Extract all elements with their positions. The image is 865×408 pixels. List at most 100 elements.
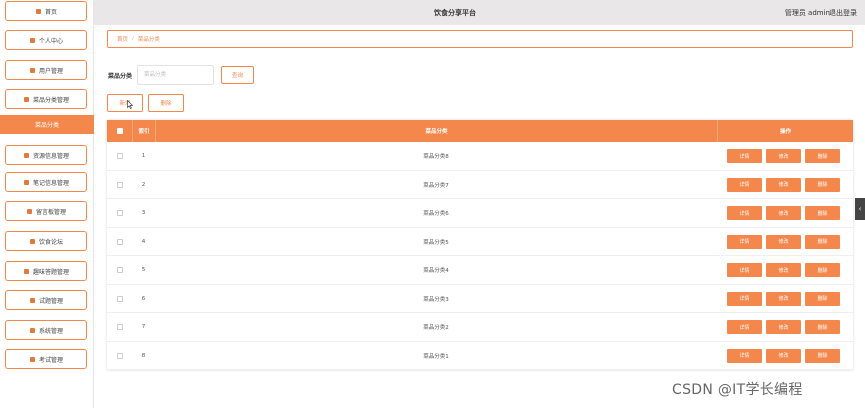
row-category: 菜品分类2 [423, 325, 449, 331]
row-category: 菜品分类7 [423, 182, 449, 189]
row-delete-button[interactable]: 删除 [805, 234, 840, 249]
sidebar-item-4[interactable]: 菜品分类 [0, 115, 94, 134]
grid-icon [23, 96, 30, 103]
row-delete-button[interactable]: 删除 [805, 291, 840, 306]
sidebar-item-8[interactable]: 饮食论坛 [5, 231, 87, 251]
sidebar-item-label: 用户管理 [38, 67, 63, 75]
row-select-cell [107, 285, 132, 313]
sidebar-item-2[interactable]: 用户管理 [5, 60, 87, 80]
sidebar-item-5[interactable]: 资源信息管理 [5, 145, 87, 165]
row-select-cell [107, 342, 132, 370]
sidebar-item-label: 首页 [44, 8, 57, 16]
row-checkbox[interactable] [116, 238, 123, 245]
sidebar-item-12[interactable]: 考试管理 [5, 349, 87, 369]
detail-button[interactable]: 详情 [727, 149, 762, 163]
row-checkbox[interactable] [116, 295, 123, 302]
row-category: 菜品分类8 [423, 154, 449, 160]
sidebar-item-3[interactable]: 菜品分类管理 [5, 89, 87, 109]
logout-link[interactable]: 退出登录 [829, 8, 857, 18]
row-index: 1 [141, 153, 146, 159]
flag-icon [23, 152, 30, 159]
sidebar-item-9[interactable]: 趣味答题管理 [5, 261, 87, 281]
row-index: 7 [141, 324, 146, 330]
row-delete-button[interactable]: 删除 [805, 177, 840, 192]
sidebar-item-label: 饮食论坛 [38, 238, 63, 246]
user-icon [29, 37, 36, 44]
detail-button[interactable]: 详情 [727, 177, 762, 192]
detail-button[interactable]: 详情 [727, 291, 762, 306]
detail-button[interactable]: 详情 [727, 206, 762, 220]
row-select-cell [107, 142, 132, 170]
sidebar-item-label: 考试管理 [38, 356, 63, 364]
row-delete-button[interactable]: 删除 [805, 320, 840, 334]
sidebar-item-10[interactable]: 试题管理 [5, 290, 87, 310]
sidebar-item-label: 留言板管理 [35, 208, 66, 216]
row-checkbox[interactable] [116, 210, 123, 216]
search-input[interactable] [137, 65, 214, 85]
breadcrumb-home[interactable]: 首页 [117, 35, 128, 43]
sidebar-item-label: 系统管理 [38, 327, 63, 335]
row-checkbox[interactable] [116, 352, 123, 359]
sidebar-item-label: 个人中心 [38, 37, 63, 45]
row-select-cell [107, 256, 132, 284]
grid-icon [29, 327, 36, 334]
row-index: 5 [141, 267, 146, 273]
row-category: 菜品分类4 [423, 268, 449, 274]
edit-button[interactable]: 修改 [766, 234, 801, 249]
edit-button[interactable]: 修改 [766, 291, 801, 306]
add-button[interactable]: 新增 [107, 94, 143, 112]
grid-icon [29, 238, 36, 245]
sidebar-item-11[interactable]: 系统管理 [5, 320, 87, 340]
detail-button[interactable]: 详情 [727, 234, 762, 249]
sidebar: 首页个人中心用户管理菜品分类管理 菜品分类资源信息管理 笔记信息管理 留言板管理饮食论… [0, 0, 94, 408]
row-index: 8 [141, 352, 146, 359]
search-button[interactable]: 查询 [221, 66, 254, 84]
sidebar-item-label: 试题管理 [38, 297, 63, 305]
edit-button[interactable]: 修改 [766, 177, 801, 192]
category-table: 索引 菜品分类 操作 1 菜品分类8 详情 修改 删除 2 菜品分类7 详情 修改 删除 3 菜品分类… [107, 120, 853, 370]
select-all-checkbox[interactable] [116, 128, 123, 134]
breadcrumb-separator: / [132, 36, 134, 42]
row-checkbox[interactable] [116, 153, 123, 159]
mouse-cursor-icon [127, 100, 133, 109]
collapse-toggle-button[interactable]: ‹ [855, 198, 865, 220]
sidebar-item-label: 笔记信息管理 [32, 179, 69, 187]
sidebar-item-0[interactable]: 首页 [5, 1, 87, 21]
header-actions: 操作 [717, 120, 853, 142]
edit-button[interactable]: 修改 [766, 206, 801, 220]
table-row: 3 菜品分类6 详情 修改 删除 [107, 199, 853, 228]
delete-selected-button[interactable]: 删除 [148, 94, 184, 112]
edit-button[interactable]: 修改 [766, 320, 801, 334]
row-delete-button[interactable]: 删除 [805, 348, 840, 363]
row-category: 菜品分类1 [423, 353, 449, 360]
sidebar-item-6[interactable]: 笔记信息管理 [5, 172, 87, 192]
row-delete-button[interactable]: 删除 [805, 263, 840, 277]
edit-button[interactable]: 修改 [766, 149, 801, 163]
edit-button[interactable]: 修改 [766, 263, 801, 277]
row-checkbox[interactable] [116, 267, 123, 273]
grid-icon [29, 67, 36, 74]
row-delete-button[interactable]: 删除 [805, 149, 840, 163]
table-row: 8 菜品分类1 详情 修改 删除 [107, 342, 853, 370]
row-index: 4 [141, 238, 146, 245]
table-row: 5 菜品分类4 详情 修改 删除 [107, 256, 853, 285]
detail-button[interactable]: 详情 [727, 320, 762, 334]
table-row: 7 菜品分类2 详情 修改 删除 [107, 313, 853, 342]
breadcrumb: 首页 / 菜品分类 [107, 30, 853, 48]
row-select-cell [107, 171, 132, 199]
watermark: CSDN @IT学长编程 [672, 382, 803, 398]
sidebar-item-label: 资源信息管理 [32, 152, 69, 160]
sidebar-item-7[interactable]: 留言板管理 [5, 201, 87, 221]
detail-button[interactable]: 详情 [727, 348, 762, 363]
sidebar-item-1[interactable]: 个人中心 [5, 30, 87, 50]
detail-button[interactable]: 详情 [727, 263, 762, 277]
row-checkbox[interactable] [116, 181, 123, 188]
row-category: 菜品分类3 [423, 296, 449, 303]
row-index: 3 [141, 210, 146, 216]
monitor-icon [29, 356, 36, 363]
row-delete-button[interactable]: 删除 [805, 206, 840, 220]
grid-icon [29, 297, 36, 304]
edit-button[interactable]: 修改 [766, 348, 801, 363]
row-checkbox[interactable] [116, 324, 123, 330]
top-bar: 饮食分享平台 管理员 admin 退出登录 [94, 0, 865, 25]
